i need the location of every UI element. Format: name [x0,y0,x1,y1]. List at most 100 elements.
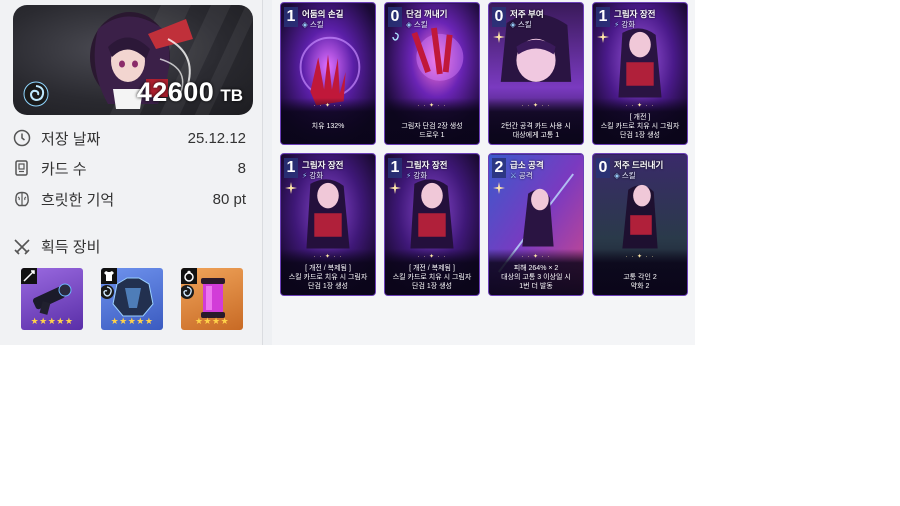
card-type: ◈ 스킬 [614,170,636,181]
card-desc-line: 단검 1장 생성 [308,283,348,290]
sword-icon [21,268,37,284]
card-type-label: 스킬 [309,20,324,29]
card-type: ⚡ 강화 [302,170,323,181]
card-grid: 1 어둠의 손길 ◈ 스킬 · · ✦ · · 치유 132% 0 단검 꺼내기… [272,0,695,345]
card-type-label: 강화 [621,20,636,29]
stat-faded-memory: 흐릿한 기억 80 pt [13,188,246,210]
attack-icon: ⚔ [510,171,519,180]
card-type: ◈ 스킬 [406,19,428,30]
card-type-label: 스킬 [517,20,532,29]
card-description: · · ✦ · · 그림자 단검 2장 생성 드로우 1 [385,98,479,144]
equipment-slot-weapon[interactable]: ★★★★★ [21,268,83,330]
equipment-slot-armor[interactable]: ★★★★★ [101,268,163,330]
card-divider: · · ✦ · · [625,254,655,260]
card-desc-line: 대상에게 고통 1 [512,132,560,139]
compass-mark-icon [493,182,505,194]
card-type-label: 강화 [413,171,428,180]
currency-value: 42600 [136,77,215,107]
profile-panel: 42600 TB 저장 날짜 25.12.12 카드 수 8 흐릿한 기억 80… [0,0,263,345]
stat-value: 8 [237,159,246,177]
character-banner: 42600 TB [13,5,253,115]
card-item[interactable]: 0 단검 꺼내기 ◈ 스킬 · · ✦ · · 그림자 단검 2장 생성 드로우… [384,2,480,145]
card-cost: 1 [284,158,298,178]
ring-item-image [201,278,225,318]
crossed-swords-icon [14,238,30,255]
card-divider: · · ✦ · · [625,103,655,109]
stat-label: 저장 날짜 [41,130,101,148]
card-description: · · ✦ · · 치유 132% [281,98,375,144]
stat-label: 흐릿한 기억 [41,191,115,209]
equipment-title-label: 획득 장비 [41,239,101,256]
card-type: ⚔ 공격 [510,170,533,181]
card-cost: 0 [596,158,610,178]
card-cost: 2 [492,158,506,178]
spiral-icon [101,285,114,299]
compass-mark-icon [597,31,609,43]
currency-display: 42600 TB [137,77,243,108]
card-item[interactable]: 0 저주 부여 ◈ 스킬 · · ✦ · · 2턴간 공격 카드 사용 시 대상… [488,2,584,145]
card-divider: · · ✦ · · [313,103,343,109]
stat-value: 80 pt [212,190,246,208]
card-type-label: 공격 [518,171,533,180]
spiral-icon [181,285,194,299]
card-desc-line: 단검 1장 생성 [412,283,452,290]
card-cost: 1 [596,7,610,27]
card-description: · · ✦ · · [ 개전 / 복제됨 ] 스킬 카드로 치유 시 그림자 단… [281,249,375,295]
shirt-icon [101,268,117,284]
card-type-label: 스킬 [621,171,636,180]
card-divider: · · ✦ · · [417,254,447,260]
spiral-logo-icon [23,81,49,107]
card-cost: 1 [388,158,402,178]
equipment-title: 획득 장비 [13,236,100,257]
ring-icon [181,268,197,284]
card-desc-line: 치유 132% [311,123,345,130]
card-deck-icon [15,160,28,176]
brain-icon [15,191,29,207]
card-type: ◈ 스킬 [302,19,324,30]
card-item[interactable]: 1 어둠의 손길 ◈ 스킬 · · ✦ · · 치유 132% [280,2,376,145]
card-divider: · · ✦ · · [521,254,551,260]
equipment-slot-ring[interactable]: ★★★★ [181,268,243,330]
skill-icon: ◈ [614,171,622,180]
card-type-label: 강화 [309,171,324,180]
card-cost: 0 [388,7,402,27]
currency-unit: TB [220,86,243,105]
card-item[interactable]: 1 그림자 장전 ⚡ 강화 · · ✦ · · [ 개전 / 복제됨 ] 스킬 … [280,153,376,296]
card-type: ⚡ 강화 [406,170,427,181]
deck-summary-screen: 42600 TB 저장 날짜 25.12.12 카드 수 8 흐릿한 기억 80… [0,0,695,345]
card-item[interactable]: 2 급소 공격 ⚔ 공격 · · ✦ · · 피해 264% × 2 대상의 고… [488,153,584,296]
card-description: · · ✦ · · 고통 각인 2 약화 2 [593,249,687,295]
stat-label: 카드 수 [41,160,87,178]
card-divider: · · ✦ · · [521,103,551,109]
ring-stars: ★★★★ [194,316,230,326]
card-divider: · · ✦ · · [313,254,343,260]
card-type: ⚡ 강화 [614,19,635,30]
card-desc-line: 드로우 1 [419,132,445,139]
card-desc-line: 약화 2 [630,283,650,290]
card-cost: 0 [492,7,506,27]
card-description: · · ✦ · · 피해 264% × 2 대상의 고통 3 이상일 시 1번 … [489,249,583,295]
stat-value: 25.12.12 [187,129,246,147]
card-description: · · ✦ · · 2턴간 공격 카드 사용 시 대상에게 고통 1 [489,98,583,144]
skill-icon: ◈ [302,20,310,29]
stat-save-date: 저장 날짜 25.12.12 [13,127,246,149]
card-item[interactable]: 0 저주 드러내기 ◈ 스킬 · · ✦ · · 고통 각인 2 약화 2 [592,153,688,296]
card-description: · · ✦ · · [ 개전 / 복제됨 ] 스킬 카드로 치유 시 그림자 단… [385,249,479,295]
card-divider: · · ✦ · · [417,103,447,109]
stat-card-count: 카드 수 8 [13,157,246,179]
weapon-stars: ★★★★★ [30,316,74,326]
spiral-icon [392,32,399,41]
card-cost: 1 [284,7,298,27]
card-desc-line: 단검 1장 생성 [620,132,660,139]
card-type-label: 스킬 [413,20,428,29]
compass-mark-icon [389,182,401,194]
card-description: · · ✦ · · [ 개전 ] 스킬 카드로 치유 시 그림자 단검 1장 생… [593,98,687,144]
skill-icon: ◈ [406,20,414,29]
armor-stars: ★★★★★ [110,316,154,326]
card-item[interactable]: 1 그림자 장전 ⚡ 강화 · · ✦ · · [ 개전 / 복제됨 ] 스킬 … [384,153,480,296]
compass-mark-icon [285,182,297,194]
card-desc-line: 1번 더 발동 [519,283,553,290]
skill-icon: ◈ [510,20,518,29]
card-item[interactable]: 1 그림자 장전 ⚡ 강화 · · ✦ · · [ 개전 ] 스킬 카드로 치유… [592,2,688,145]
card-type: ◈ 스킬 [510,19,532,30]
